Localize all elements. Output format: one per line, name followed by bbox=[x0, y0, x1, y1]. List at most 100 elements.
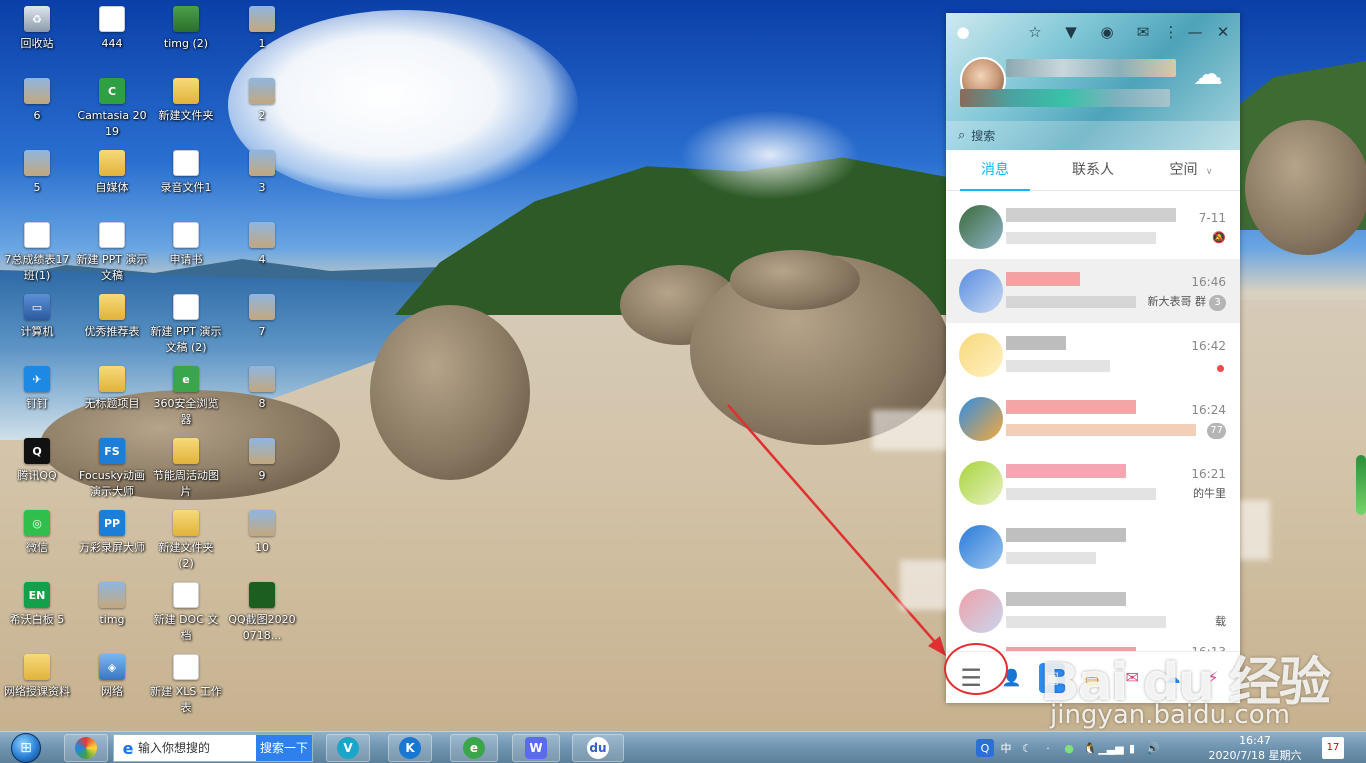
conversation-item[interactable]: 7-11 🔕 bbox=[946, 195, 1240, 259]
desktop-icon[interactable]: 5 bbox=[0, 146, 74, 216]
battery-icon[interactable]: ▮ bbox=[1123, 739, 1141, 757]
desktop-icon[interactable]: 新建文件夹 bbox=[149, 74, 223, 144]
conversation-preview-blurred bbox=[1006, 424, 1196, 436]
tray-green-icon[interactable]: ● bbox=[1060, 739, 1078, 757]
sogou-ime-icon[interactable]: Q bbox=[976, 739, 994, 757]
desktop-icon[interactable]: P 新建 PPT 演示文稿 bbox=[75, 218, 149, 288]
desktop-icon-label: 360安全浏览器 bbox=[153, 397, 219, 426]
desktop-icon[interactable]: 9 bbox=[225, 434, 299, 504]
mute-bell-icon: 🔕 bbox=[1212, 231, 1226, 244]
desktop-icon[interactable]: 6 bbox=[0, 74, 74, 144]
desktop-icon-label: 新建 XLS 工作表 bbox=[150, 685, 222, 714]
conversation-snippet: 的牛里 bbox=[1193, 487, 1226, 500]
tab-contacts[interactable]: 联系人 bbox=[1044, 150, 1142, 190]
conversation-item[interactable]: 16:24 77 bbox=[946, 387, 1240, 451]
taskbar-search-input[interactable] bbox=[138, 741, 256, 755]
desktop-icon[interactable]: ✈ 钉钉 bbox=[0, 362, 74, 432]
desktop-icon[interactable]: ◈ 网络 bbox=[75, 650, 149, 720]
weather-icon[interactable]: ☁ bbox=[1186, 57, 1230, 97]
desktop-icon[interactable]: PP 万彩录屏大师 bbox=[75, 506, 149, 576]
desktop-icon[interactable]: ▶ 录音文件1 bbox=[149, 146, 223, 216]
browser-360-icon: e bbox=[173, 366, 199, 392]
desktop-icon[interactable]: S 新建 XLS 工作表 bbox=[149, 650, 223, 720]
desktop-icon[interactable]: timg bbox=[75, 578, 149, 648]
desktop-icon[interactable]: QQ截图20200718... bbox=[225, 578, 299, 648]
qq-search-bar[interactable]: ⌕ bbox=[946, 121, 1240, 150]
tab-qzone[interactable]: 空间 ∨ bbox=[1142, 150, 1240, 190]
desktop-icon-label: 10 bbox=[255, 541, 269, 554]
conversation-avatar bbox=[959, 205, 1003, 249]
desktop-icon[interactable]: 无标题项目 bbox=[75, 362, 149, 432]
desktop-icon[interactable]: 新建文件夹 (2) bbox=[149, 506, 223, 576]
desktop-icon[interactable]: EN 希沃白板 5 bbox=[0, 578, 74, 648]
shirt-icon[interactable]: ▼ bbox=[1060, 21, 1082, 43]
folder-icon bbox=[24, 654, 50, 680]
close-icon[interactable]: ✕ bbox=[1212, 21, 1234, 43]
desktop-icon[interactable]: 2 bbox=[225, 74, 299, 144]
dot-icon[interactable]: · bbox=[1039, 739, 1057, 757]
conversation-item[interactable]: 16:42 bbox=[946, 323, 1240, 387]
taskbar-app-wps[interactable]: W bbox=[512, 734, 560, 762]
taskbar-clock[interactable]: 16:47 2020/7/18 星期六 bbox=[1200, 733, 1310, 763]
signal-icon[interactable]: ▁▃▅ bbox=[1098, 739, 1123, 757]
desktop-icon[interactable]: 7 bbox=[225, 290, 299, 360]
moon-icon[interactable]: ☾ bbox=[1018, 739, 1036, 757]
browser-360-icon: e bbox=[463, 737, 485, 759]
nickname-blurred bbox=[1006, 59, 1176, 77]
taskbar-app-baidu[interactable]: du bbox=[572, 734, 624, 762]
mail-icon[interactable]: ✉ bbox=[1132, 21, 1154, 43]
taskbar-app-k[interactable]: K bbox=[388, 734, 432, 762]
desktop-icon[interactable]: 1 bbox=[225, 2, 299, 72]
tab-messages[interactable]: 消息 bbox=[946, 150, 1044, 191]
taskbar-app-360[interactable]: e bbox=[450, 734, 498, 762]
desktop-icon[interactable]: FS Focusky动画演示大师 bbox=[75, 434, 149, 504]
desktop-icon[interactable]: 自媒体 bbox=[75, 146, 149, 216]
colorful-ball-icon bbox=[75, 737, 97, 759]
desktop-icon[interactable]: C Camtasia 2019 bbox=[75, 74, 149, 144]
conversation-item[interactable]: 16:21 的牛里 bbox=[946, 451, 1240, 515]
taskbar-search-button[interactable]: 搜索一下 bbox=[256, 735, 312, 761]
desktop-icon[interactable]: ▭ 计算机 bbox=[0, 290, 74, 360]
desktop-icon[interactable]: W 申请书 bbox=[149, 218, 223, 288]
desktop-icon[interactable]: 节能周活动图片 bbox=[149, 434, 223, 504]
desktop-icon[interactable]: e 360安全浏览器 bbox=[149, 362, 223, 432]
qq-search-input[interactable] bbox=[971, 128, 1212, 143]
desktop-icon[interactable]: 3 bbox=[225, 146, 299, 216]
desktop-icon[interactable]: S 7总成绩表17班(1) bbox=[0, 218, 74, 288]
image-thumb-icon bbox=[249, 150, 275, 176]
volume-icon[interactable]: 🔊 bbox=[1144, 739, 1162, 757]
favorite-star-icon[interactable]: ☆ bbox=[1024, 21, 1046, 43]
ime-mode[interactable]: 中 bbox=[997, 739, 1015, 757]
start-button[interactable]: ⊞ bbox=[4, 732, 48, 763]
desktop-icon[interactable]: 优秀推荐表 bbox=[75, 290, 149, 360]
desktop-icon[interactable]: 网络授课资料 bbox=[0, 650, 74, 720]
taskbar-app-colorful[interactable] bbox=[64, 734, 108, 762]
desktop-icon-label: timg bbox=[99, 613, 125, 626]
search-icon: ⌕ bbox=[958, 128, 966, 143]
conversation-item[interactable]: 载 bbox=[946, 579, 1240, 643]
conversation-avatar bbox=[959, 461, 1003, 505]
more-icon[interactable]: ⋮ bbox=[1160, 21, 1182, 43]
desktop-icon[interactable]: 10 bbox=[225, 506, 299, 576]
desktop-icon[interactable]: W 新建 DOC 文档 bbox=[149, 578, 223, 648]
desktop-icon[interactable]: ♻ 回收站 bbox=[0, 2, 74, 72]
desktop-icon[interactable]: timg (2) bbox=[149, 2, 223, 72]
qq-tray-icon[interactable]: 🐧 bbox=[1081, 739, 1099, 757]
desktop-icon[interactable]: ≡ 444 bbox=[75, 2, 149, 72]
qq-tabs: 消息 联系人 空间 ∨ bbox=[946, 150, 1240, 191]
medal-icon[interactable]: ◉ bbox=[1096, 21, 1118, 43]
desktop-icon[interactable]: P 新建 PPT 演示文稿 (2) bbox=[149, 290, 223, 360]
conversation-item[interactable]: 16:46 新大表哥 群 3 bbox=[946, 259, 1240, 323]
desktop-icon[interactable]: ◎ 微信 bbox=[0, 506, 74, 576]
desktop-icon-label: Camtasia 2019 bbox=[77, 109, 147, 138]
notification-badge[interactable]: 17 bbox=[1322, 737, 1344, 759]
taskbar-app-v[interactable]: V bbox=[326, 734, 370, 762]
conversation-item[interactable] bbox=[946, 515, 1240, 579]
minimize-icon[interactable]: — bbox=[1184, 21, 1206, 43]
desktop-icon[interactable]: Q 腾讯QQ bbox=[0, 434, 74, 504]
desktop-icon[interactable]: 4 bbox=[225, 218, 299, 288]
easinote-icon: EN bbox=[24, 582, 50, 608]
conversation-list: 7-11 🔕 16:46 新大表哥 群 3 16:42 16:24 77 16:… bbox=[946, 195, 1240, 673]
taskbar-search-box[interactable]: e 搜索一下 bbox=[113, 734, 313, 762]
desktop-icon[interactable]: 8 bbox=[225, 362, 299, 432]
